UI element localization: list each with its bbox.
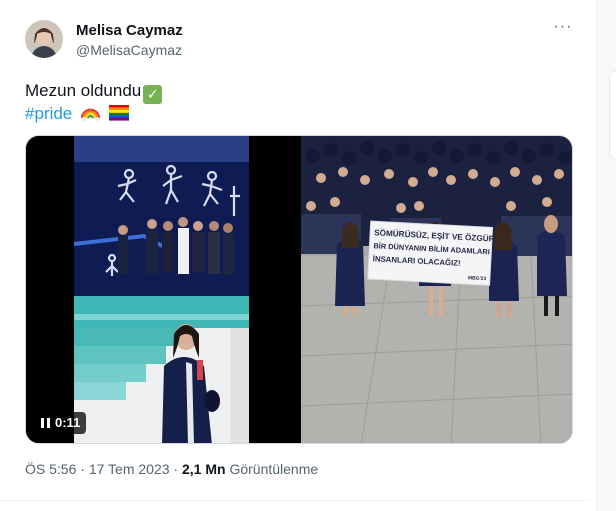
author-handle[interactable]: @MelisaCaymaz — [76, 42, 182, 58]
pause-icon[interactable] — [41, 418, 50, 428]
hashtag-link[interactable]: #pride — [25, 104, 72, 123]
more-options-icon[interactable]: ··· — [552, 19, 574, 40]
video-timer: 0:11 — [35, 412, 87, 434]
white-check-mark-icon: ✓ — [143, 85, 163, 104]
tweet-text-content: Mezun oldundu — [25, 81, 142, 100]
video-frame — [26, 136, 298, 443]
views-label: Görüntülenme — [229, 461, 319, 477]
tweet-text: Mezun oldundu ✓ — [25, 79, 163, 104]
author-name[interactable]: Melisa Caymaz — [76, 22, 183, 39]
video-duration: 0:11 — [55, 415, 81, 430]
divider — [0, 500, 590, 501]
right-sidebar — [596, 0, 616, 511]
rainbow-icon — [80, 103, 101, 122]
meta-separator: · — [80, 461, 85, 477]
tweet-date[interactable]: 17 Tem 2023 — [89, 461, 170, 477]
photo-frame: SÖMÜRÜSÜZ, EŞİT VE ÖZGÜR BİR DÜNYANIN Bİ… — [300, 136, 572, 443]
tweet-time[interactable]: ÖS 5:56 — [25, 461, 76, 477]
tweet: Melisa Caymaz @MelisaCaymaz ··· Mezun ol… — [0, 0, 590, 511]
video-player[interactable]: 0:11 — [26, 136, 298, 443]
views-count: 2,1 Mn — [181, 461, 226, 477]
meta-separator-2: · — [173, 461, 179, 477]
rainbow-flag-icon — [108, 103, 129, 122]
tweet-hashtag-line: #pride — [25, 102, 129, 125]
media-grid: 0:11 SÖMÜRÜSÜZ, EŞİT VE ÖZGÜR BİR DÜNYAN… — [25, 135, 573, 444]
graduation-photo[interactable]: SÖMÜRÜSÜZ, EŞİT VE ÖZGÜR BİR DÜNYANIN Bİ… — [300, 136, 572, 443]
sidebar-card-fragment — [609, 70, 616, 160]
tweet-meta: ÖS 5:56 · 17 Tem 2023 · 2,1 Mn Görüntüle… — [25, 461, 318, 477]
banner-tag: MBG'23 — [468, 275, 487, 282]
avatar[interactable] — [25, 20, 63, 58]
